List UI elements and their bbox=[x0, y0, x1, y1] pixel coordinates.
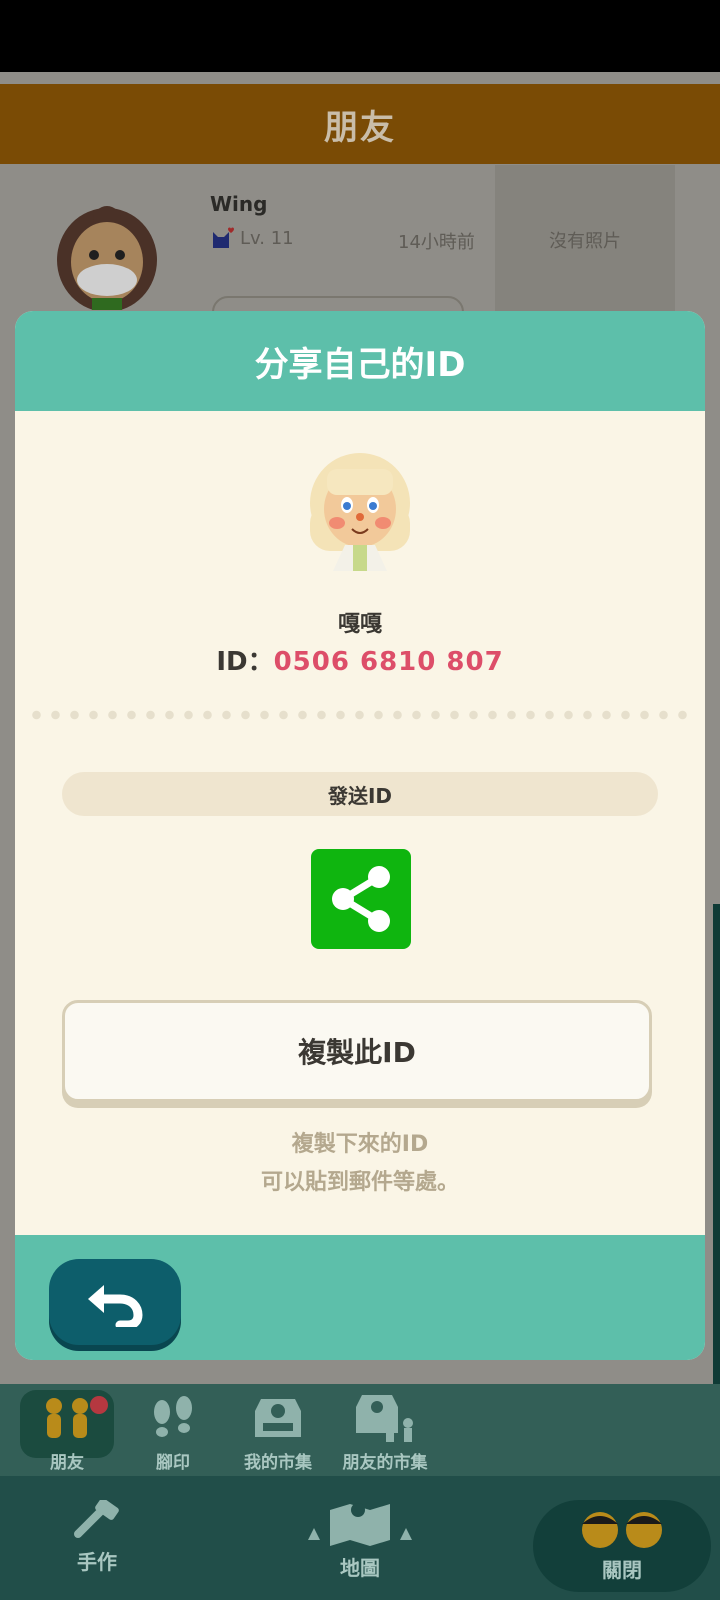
dialog-footer bbox=[15, 1235, 705, 1360]
craft-button[interactable]: 手作 bbox=[62, 1500, 132, 1575]
status-bar bbox=[0, 0, 720, 72]
page-header: 朋友 bbox=[0, 84, 720, 164]
player-name: 嘎嘎 bbox=[337, 612, 382, 637]
villagers-icon bbox=[582, 1511, 662, 1548]
copy-note-line-2: 可以貼到郵件等處。 bbox=[260, 1170, 459, 1195]
tab-my-market[interactable]: 我的市集 bbox=[233, 1390, 323, 1480]
tab-friends-market[interactable]: 朋友的市集 bbox=[330, 1390, 440, 1480]
close-button[interactable]: 關閉 bbox=[533, 1500, 711, 1592]
map-label: 地圖 bbox=[340, 1556, 380, 1580]
copy-id-button[interactable]: 複製此ID bbox=[62, 1000, 652, 1102]
player-id: ID：0506 6810 807 bbox=[15, 641, 705, 678]
friends-icon bbox=[46, 1398, 88, 1438]
map-button[interactable]: 地圖 bbox=[295, 1500, 425, 1581]
copy-note: 複製下來的ID 可以貼到郵件等處。 bbox=[15, 1126, 705, 1202]
tab-my-market-label: 我的市集 bbox=[244, 1453, 312, 1473]
page-title: 朋友 bbox=[324, 107, 396, 148]
close-label: 關閉 bbox=[602, 1557, 642, 1582]
tab-footprints-label: 腳印 bbox=[156, 1453, 190, 1473]
copy-note-line-1: 複製下來的ID bbox=[291, 1132, 429, 1157]
friend-level-text: Lv. 11 bbox=[240, 227, 294, 249]
copy-id-label: 複製此ID bbox=[298, 1036, 416, 1069]
my-market-icon bbox=[255, 1399, 301, 1437]
back-arrow-icon bbox=[88, 1285, 143, 1327]
send-id-label: 發送ID bbox=[327, 783, 393, 808]
hammer-icon bbox=[74, 1500, 119, 1538]
friend-photo: 沒有照片 bbox=[495, 165, 675, 315]
dialog-header: 分享自己的ID bbox=[15, 311, 705, 411]
tab-footprints[interactable]: 腳印 bbox=[128, 1390, 218, 1480]
scrollbar[interactable] bbox=[713, 904, 720, 1384]
id-value: 0506 6810 807 bbox=[273, 647, 504, 677]
no-photo-label: 沒有照片 bbox=[549, 231, 621, 252]
friend-avatar bbox=[57, 206, 157, 310]
player-avatar bbox=[310, 453, 410, 571]
footprints-icon bbox=[154, 1396, 192, 1437]
tab-friends-market-label: 朋友的市集 bbox=[342, 1453, 428, 1473]
share-icon bbox=[332, 866, 390, 932]
notification-dot bbox=[90, 1396, 108, 1414]
friend-last-seen: 14小時前 bbox=[398, 232, 475, 253]
dotted-divider bbox=[27, 709, 695, 721]
id-label: ID： bbox=[216, 647, 274, 677]
friend-level: Lv. 11 bbox=[210, 226, 294, 250]
send-id-header: 發送ID bbox=[62, 772, 658, 816]
map-icon bbox=[308, 1503, 412, 1546]
tab-friends-label: 朋友 bbox=[50, 1453, 84, 1473]
dialog-title: 分享自己的ID bbox=[254, 344, 466, 385]
share-button[interactable] bbox=[311, 849, 411, 949]
cat-heart-icon bbox=[213, 227, 234, 248]
friends-market-icon bbox=[356, 1395, 413, 1442]
craft-label: 手作 bbox=[77, 1550, 117, 1574]
back-button[interactable] bbox=[49, 1259, 181, 1345]
share-id-dialog: 分享自己的ID 嘎嘎 ID：0506 6810 807 發送ID 複製此ID 複… bbox=[15, 311, 705, 1360]
friend-name: Wing bbox=[210, 192, 268, 216]
